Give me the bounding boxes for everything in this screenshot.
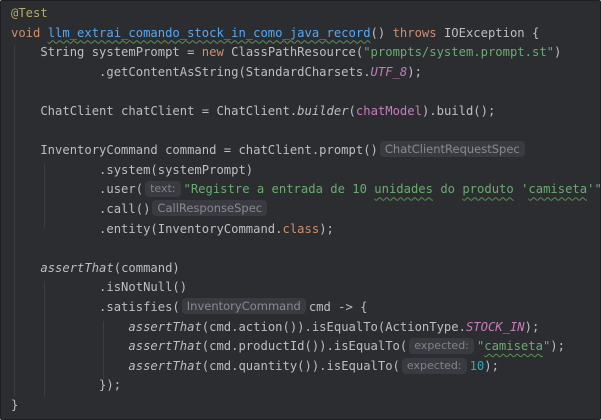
code-line[interactable]: .user(text: "Registre a entrada de 10 uni… [11, 180, 601, 200]
code-token: .satisfies( [11, 300, 180, 314]
code-line[interactable]: assertThat(cmd.quantity()).isEqualTo(exp… [11, 357, 499, 377]
code-token: InventoryCommand command = chatClient.pr… [11, 143, 378, 158]
code-token: UTF_8 [370, 64, 408, 79]
code-token: produto [462, 182, 514, 197]
code-token: ) [554, 45, 562, 60]
type-hint: CallResponseSpec [152, 200, 268, 216]
code-token: ' [513, 182, 529, 197]
type-hint: ChatClientRequestSpec [379, 141, 525, 158]
code-line[interactable]: String systemPrompt = new ClassPathResou… [11, 43, 561, 63]
code-token: chatModel [355, 104, 422, 118]
code-token: IOException { [443, 25, 540, 40]
code-token: 10 [469, 358, 485, 373]
code-token: camiseta [528, 182, 588, 197]
code-token: class [282, 221, 320, 236]
code-line[interactable]: .getContentAsString(StandardCharsets.UTF… [11, 63, 422, 83]
parameter-name-hint: expected: [401, 357, 467, 374]
code-line[interactable]: } [11, 396, 18, 416]
type-hint: InventoryCommand [181, 298, 306, 314]
code-token: do [432, 182, 463, 197]
code-token: "Registre a entrada de 10 [183, 182, 375, 197]
code-token: ); [319, 221, 334, 236]
code-line[interactable]: ChatClient chatClient = ChatClient.build… [11, 102, 495, 122]
code-token: }); [11, 378, 122, 393]
code-line[interactable]: @Test [11, 4, 48, 24]
code-token: .call() [11, 202, 151, 216]
code-line[interactable]: }); [11, 376, 121, 396]
code-token: .getContentAsString(StandardCharsets. [11, 64, 371, 79]
code-token: ); [407, 64, 422, 79]
code-token: ( [348, 104, 356, 118]
parameter-name-hint: text: [145, 181, 181, 198]
code-line[interactable]: .entity(InventoryCommand.class); [11, 220, 334, 240]
code-token: assertThat [40, 260, 114, 275]
code-line[interactable]: .system(systemPrompt) [11, 161, 253, 181]
code-line[interactable]: assertThat(command) [11, 259, 180, 279]
code-token: throws [392, 25, 444, 40]
code-token: String systemPrompt = [11, 45, 202, 60]
code-token: assertThat [128, 319, 202, 334]
code-token: .isNotNull() [11, 280, 188, 295]
code-token: '" [587, 182, 601, 197]
code-token: unidades [374, 182, 433, 197]
code-token: .user( [11, 182, 144, 197]
code-token: ChatClient chatClient = ChatClient. [11, 104, 298, 118]
code-token: ); [524, 319, 540, 334]
code-editor[interactable]: @Test void llm_extrai_comando_stock_in_co… [0, 0, 601, 420]
code-token: llm_extrai_comando_stock_in_como_java_re… [47, 25, 371, 40]
code-token: camiseta [484, 339, 543, 354]
code-line[interactable]: assertThat(cmd.productId()).isEqualTo(ex… [11, 337, 565, 357]
code-token: new [201, 45, 232, 60]
code-token: (cmd.productId()).isEqualTo( [201, 339, 408, 354]
code-token: "prompts/system.prompt.st" [363, 45, 554, 60]
code-token: (cmd.quantity()).isEqualTo( [201, 358, 400, 373]
code-line[interactable]: .satisfies(InventoryCommand cmd -> { [11, 298, 368, 318]
code-token: @Test [11, 6, 48, 20]
code-token: } [11, 398, 19, 412]
code-token: ); [484, 358, 499, 373]
code-token: cmd -> { [308, 300, 368, 314]
code-line[interactable]: .call() CallResponseSpec [11, 200, 270, 220]
code-line[interactable]: InventoryCommand command = chatClient.pr… [11, 141, 528, 161]
code-token: void [11, 25, 48, 40]
code-token: (cmd.action()).isEqualTo(ActionType. [201, 319, 466, 334]
code-token: ); [550, 339, 565, 354]
code-token: .system(systemPrompt) [11, 162, 254, 177]
code-token: (command) [113, 260, 180, 275]
code-token: () [370, 25, 393, 40]
code-line[interactable]: assertThat(cmd.action()).isEqualTo(Actio… [11, 318, 539, 338]
code-line[interactable]: void llm_extrai_comando_stock_in_como_ja… [11, 24, 539, 44]
parameter-name-hint: expected: [409, 338, 474, 355]
code-token: STOCK_IN [465, 319, 525, 334]
code-token: ClassPathResource( [231, 45, 364, 60]
code-token: assertThat [128, 358, 202, 373]
code-line[interactable]: .isNotNull() [11, 278, 187, 298]
code-token: assertThat [128, 339, 202, 354]
code-token: ).build(); [421, 104, 496, 118]
code-token: builder [297, 104, 349, 118]
code-token: .entity(InventoryCommand. [11, 221, 283, 236]
